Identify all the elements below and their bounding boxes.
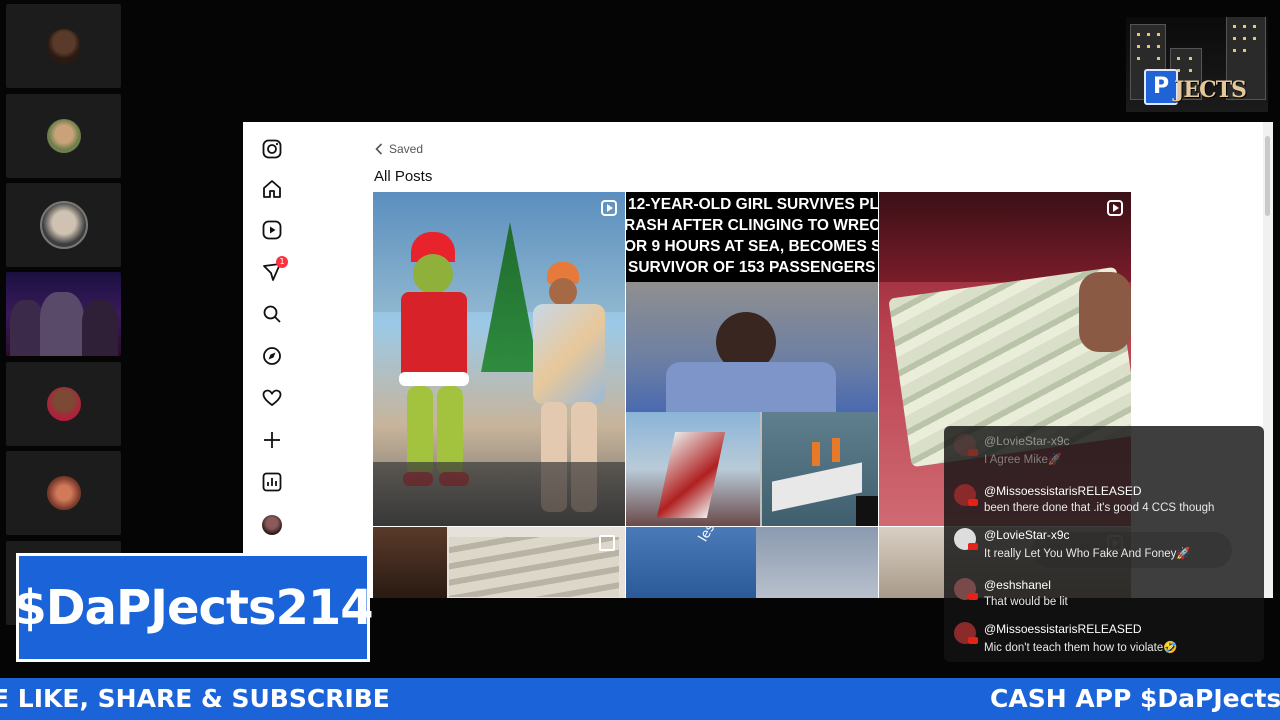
instagram-logo-icon[interactable] <box>261 138 283 160</box>
scrollbar-thumb[interactable] <box>1265 136 1270 216</box>
avatar <box>46 476 81 510</box>
page-title: All Posts <box>374 168 433 185</box>
reel-icon <box>1107 200 1123 216</box>
search-icon[interactable] <box>261 303 283 325</box>
notification-badge: 1 <box>276 256 288 268</box>
participant-tile[interactable] <box>6 362 121 446</box>
chat-message: @LovieStar-x9c It really Let You Who Fak… <box>952 524 1258 564</box>
person-figure <box>10 300 44 356</box>
person-photo <box>373 527 447 598</box>
cash-photo <box>449 537 619 597</box>
car-interior <box>879 192 1131 282</box>
messages-icon[interactable]: 1 <box>261 256 288 283</box>
breadcrumb[interactable]: Saved <box>375 142 423 156</box>
live-chat-overlay: @LovieStar-x9c I Agree Mike🚀 @Missoessis… <box>944 426 1264 662</box>
costume-figure <box>393 232 473 492</box>
heart-icon[interactable] <box>261 387 283 409</box>
instagram-nav-rail: 1 <box>243 122 300 598</box>
chat-message: @MissoessistarisRELEASED been there done… <box>952 480 1258 520</box>
person-figure <box>40 292 84 356</box>
chat-text: been there done that .it's good 4 CCS th… <box>984 502 1215 514</box>
chat-username: @MissoessistarisRELEASED <box>984 484 1142 498</box>
youtube-icon <box>968 449 978 456</box>
saved-post[interactable] <box>373 192 625 526</box>
avatar <box>46 29 81 63</box>
participant-tile[interactable] <box>6 94 121 178</box>
person-figure <box>82 300 118 356</box>
avatar <box>46 387 81 421</box>
logo-letter: P <box>1144 69 1178 105</box>
profile-avatar[interactable] <box>261 514 283 536</box>
hand-shape <box>1079 272 1131 352</box>
chat-message: @LovieStar-x9c I Agree Mike🚀 <box>952 430 1258 470</box>
chat-text: I Agree Mike🚀 <box>984 454 1063 466</box>
scrolling-ticker: E LIKE, SHARE & SUBSCRIBE CASH APP $DaPJ… <box>0 678 1280 720</box>
participant-tile[interactable] <box>6 4 121 88</box>
breadcrumb-label: Saved <box>389 142 424 156</box>
post-caption: lesbhg <box>696 527 731 545</box>
saved-post[interactable]: lesbhg <box>626 527 878 598</box>
youtube-icon <box>968 593 978 600</box>
chat-text: Mic don't teach them how to violate🤣 <box>984 642 1178 654</box>
chat-username: @MissoessistarisRELEASED <box>984 622 1142 636</box>
chat-username: @LovieStar-x9c <box>984 528 1070 542</box>
chat-text: That would be lit <box>984 596 1068 608</box>
reel-icon <box>601 200 617 216</box>
explore-icon[interactable] <box>261 345 283 367</box>
ticker-text-left: E LIKE, SHARE & SUBSCRIBE <box>0 684 390 713</box>
chat-username: @LovieStar-x9c <box>984 434 1070 448</box>
reels-icon[interactable] <box>261 219 283 241</box>
chat-message: @MissoessistarisRELEASED Mic don't teach… <box>952 618 1258 658</box>
channel-logo: P JECTS <box>1126 17 1268 112</box>
hospital-photo <box>626 282 878 412</box>
home-icon[interactable] <box>261 178 283 200</box>
post-headline: 12-YEAR-OLD GIRL SURVIVES PLANE RASH AFT… <box>626 192 878 284</box>
youtube-icon <box>968 637 978 644</box>
photo-part <box>756 527 878 598</box>
dashboard-icon[interactable] <box>261 471 283 493</box>
youtube-icon <box>968 543 978 550</box>
logo-text: JECTS <box>1174 77 1247 103</box>
floor-shadow <box>373 462 625 526</box>
carousel-icon <box>599 535 615 551</box>
chevron-left-icon <box>375 143 383 155</box>
avatar <box>46 119 81 153</box>
youtube-icon <box>968 499 978 506</box>
participant-tile-featured[interactable] <box>6 272 121 356</box>
chat-username: @eshshanel <box>984 578 1051 592</box>
cashtag-banner: $DaPJects214 <box>13 553 374 662</box>
ticker-text-right: CASH APP $DaPJects214 <box>990 684 1280 713</box>
rescue-photo <box>762 412 878 526</box>
chat-text: It really Let You Who Fake And Foney🚀 <box>984 548 1191 560</box>
saved-post[interactable]: 12-YEAR-OLD GIRL SURVIVES PLANE RASH AFT… <box>626 192 878 526</box>
participant-tile[interactable] <box>6 183 121 267</box>
scrollbar-track[interactable] <box>1263 122 1273 598</box>
create-plus-icon[interactable] <box>261 429 283 451</box>
avatar <box>39 201 88 249</box>
saved-post[interactable] <box>373 527 625 598</box>
chat-message: @eshshanel That would be lit <box>952 574 1258 614</box>
wreckage-photo <box>626 412 760 526</box>
participant-tile[interactable] <box>6 451 121 535</box>
